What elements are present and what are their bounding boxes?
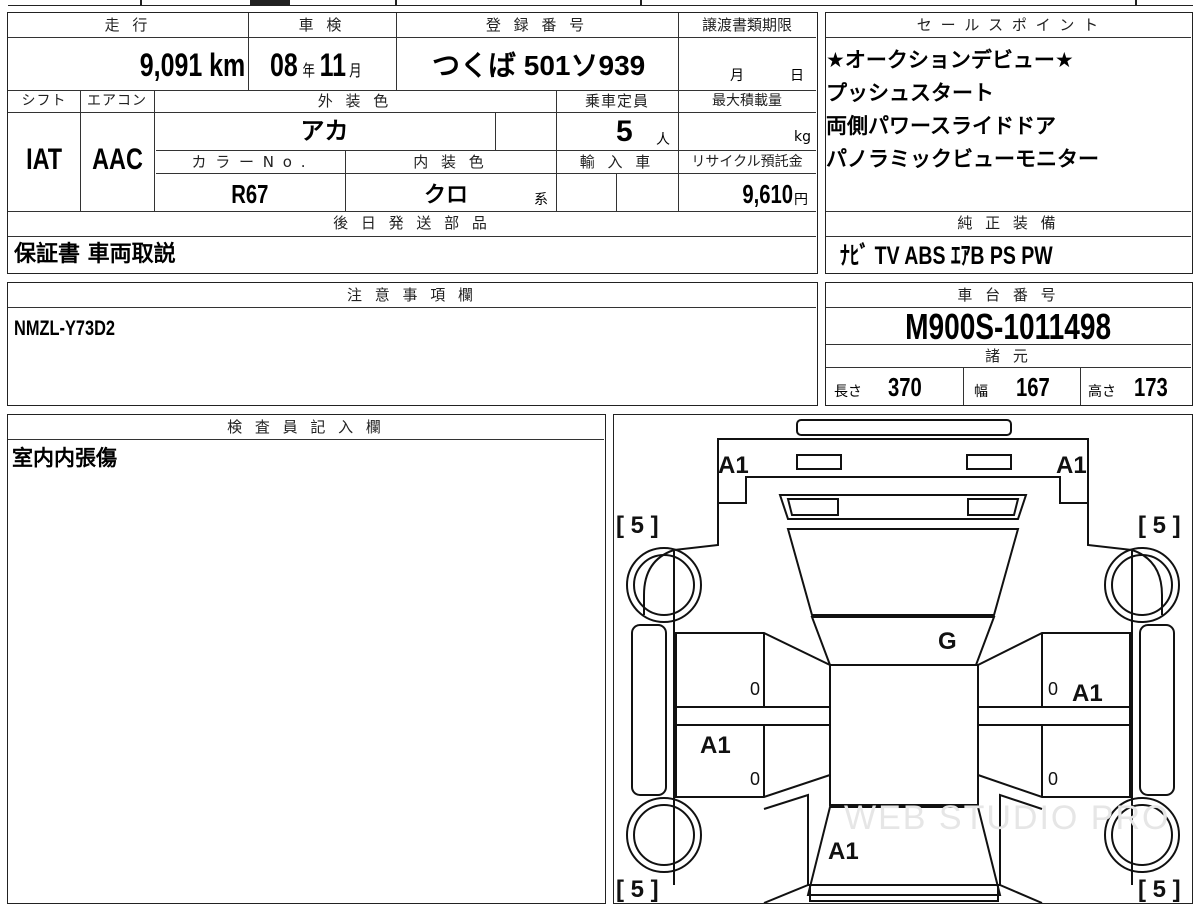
mileage-value: 9,091 km [139, 47, 245, 83]
diagram-tire-fr: [ 5 ] [1138, 512, 1181, 539]
diagram-front-right-label: A1 [1056, 452, 1087, 479]
diagram-windshield-label: G [938, 628, 957, 655]
chassis-box: 車 台 番 号 M900S-1011498 諸 元 長さ 370 幅 167 高… [825, 282, 1193, 406]
mileage-header: 走 行 [104, 16, 152, 34]
diagram-zero-1: 0 [750, 679, 760, 699]
registration-number: つくば 501ソ939 [432, 50, 646, 81]
later-parts-header: 後 日 発 送 部 品 [333, 214, 491, 232]
sales-points-box: セ ー ル ス ポ イ ン ト ★オークションデビュー★ プッシュスタート 両側… [825, 12, 1193, 274]
equipment-value: ﾅﾋﾞ TV ABS ｴｱB PS PW [840, 242, 1053, 270]
capacity-header: 乗車定員 [584, 92, 649, 110]
shift-header: シフト [21, 93, 67, 109]
exterior-color-header: 外 装 色 [317, 92, 393, 110]
deadline-day-unit: 日 [790, 68, 804, 84]
width-label: 幅 [974, 384, 988, 400]
recycle-header: リサイクル預託金 [691, 154, 803, 170]
color-no-header: カ ラ ー N o . [191, 153, 308, 171]
diagram-right-door-label: A1 [1072, 680, 1103, 707]
inspector-value: 室内内張傷 [12, 446, 117, 470]
notes-value: NMZL-Y73D2 [14, 317, 116, 340]
inspector-header: 検 査 員 記 入 欄 [227, 418, 385, 436]
diagram-rear-label: A1 [828, 838, 859, 865]
diagram-zero-3: 0 [750, 769, 760, 789]
import-header: 輸 入 車 [579, 153, 655, 171]
interior-color-header: 内 装 色 [413, 153, 488, 171]
inspection-header: 車 検 [298, 16, 346, 34]
transfer-deadline-header: 譲渡書類期限 [701, 16, 792, 34]
vehicle-info-table: 走 行 車 検 登 録 番 号 譲渡書類期限 9,091 km 08 年 11 月 つ… [7, 12, 818, 274]
interior-suffix: 系 [534, 192, 548, 208]
shift-value: IAT [26, 143, 62, 176]
capacity-unit: 人 [656, 132, 670, 148]
notes-box: 注 意 事 項 欄 NMZL-Y73D2 [7, 282, 818, 406]
sales-point-4: パノラミックビューモニター [826, 147, 1099, 171]
max-load-unit: kg [794, 129, 811, 145]
inspector-box: 検 査 員 記 入 欄 室内内張傷 [7, 414, 606, 904]
car-diagram-box: A1 A1 G A1 A1 A1 [ 5 ] [ 5 ] [ 5 ] [ 5 ]… [613, 414, 1193, 904]
sales-points-header: セ ー ル ス ポ イ ン ト [916, 16, 1101, 34]
registration-header: 登 録 番 号 [485, 16, 589, 34]
equipment-header: 純 正 装 備 [957, 214, 1060, 232]
recycle-value: 9,610 [742, 179, 793, 209]
aircon-value: AAC [91, 143, 143, 176]
diagram-zero-2: 0 [1048, 679, 1058, 699]
length-label: 長さ [834, 384, 862, 400]
diagram-tire-fl: [ 5 ] [616, 512, 659, 539]
sales-point-2: プッシュスタート [826, 81, 994, 105]
diagram-tire-rl: [ 5 ] [616, 876, 659, 903]
inspection-date: 08 年 11 月 [270, 47, 362, 83]
height-label: 高さ [1088, 384, 1116, 400]
diagram-left-rear-door-label: A1 [700, 732, 731, 759]
diagram-front-left-label: A1 [718, 452, 749, 479]
diagram-zero-4: 0 [1048, 769, 1058, 789]
notes-header: 注 意 事 項 欄 [346, 286, 478, 304]
interior-color-value: クロ [424, 182, 469, 207]
top-cutoff-strip [0, 0, 1200, 8]
max-load-header: 最大積載量 [712, 93, 782, 109]
car-diagram: A1 A1 G A1 A1 A1 [ 5 ] [ 5 ] [ 5 ] [ 5 ]… [616, 419, 1181, 903]
color-no-value: R67 [230, 179, 269, 209]
length-value: 370 [888, 372, 922, 402]
deadline-month-unit: 月 [730, 68, 744, 84]
diagram-watermark: WEB STUDIO PRO [844, 799, 1170, 837]
sales-point-1: ★オークションデビュー★ [826, 48, 1074, 72]
chassis-header: 車 台 番 号 [957, 286, 1060, 304]
capacity-value: 5 [616, 115, 633, 148]
later-parts-value: 保証書 車両取説 [14, 242, 176, 267]
sales-point-3: 両側パワースライドドア [826, 114, 1056, 138]
recycle-unit: 円 [794, 192, 808, 208]
specs-header: 諸 元 [985, 347, 1032, 365]
exterior-color-value: アカ [300, 118, 349, 145]
aircon-header: エアコン [87, 93, 147, 109]
width-value: 167 [1016, 372, 1050, 402]
diagram-tire-rr: [ 5 ] [1138, 876, 1181, 903]
height-value: 173 [1134, 372, 1168, 402]
chassis-value: M900S-1011498 [905, 306, 1112, 347]
